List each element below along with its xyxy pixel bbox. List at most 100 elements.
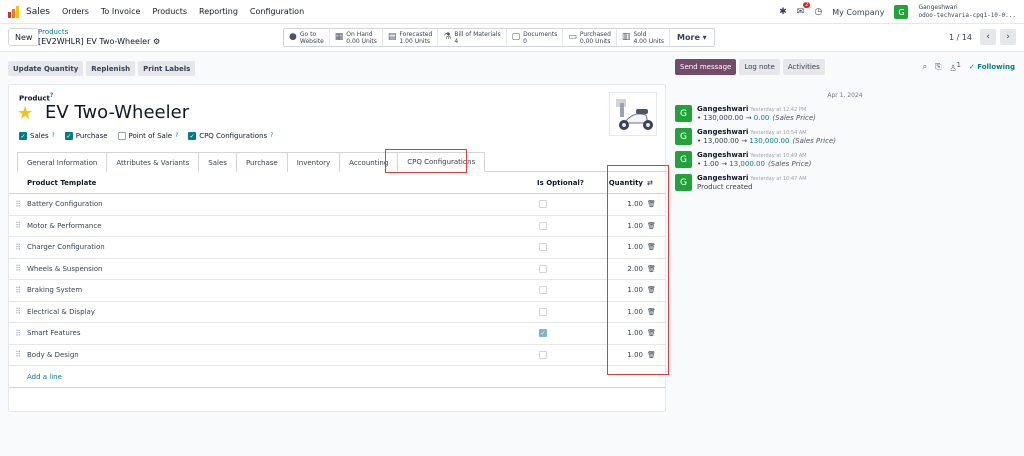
is-optional-checkbox[interactable] — [539, 286, 547, 295]
pager-previous-button[interactable]: ‹ — [980, 29, 996, 45]
smart-button-bill-of-materials[interactable]: ⚗ Bill of Materials 4 — [438, 29, 507, 46]
column-product-template[interactable]: Product Template — [27, 179, 537, 187]
column-is-optional[interactable]: Is Optional? — [537, 179, 607, 187]
user-avatar[interactable]: G — [894, 5, 909, 19]
add-a-line-link[interactable]: Add a line — [9, 366, 665, 388]
message-author[interactable]: Gangeshwari — [697, 128, 748, 136]
product-template-cell[interactable]: Body & Design — [27, 351, 537, 359]
favorite-star-icon[interactable]: ★ — [17, 103, 33, 124]
product-template-cell[interactable]: Electrical & Display — [27, 308, 537, 316]
product-template-cell[interactable]: Motor & Performance — [27, 222, 537, 230]
cpq-check-icon[interactable]: ✓ — [188, 132, 197, 140]
menu-products[interactable]: Products — [152, 7, 187, 16]
arrow-icon: → — [741, 137, 748, 145]
pager-value[interactable]: 1 / 14 — [949, 33, 972, 42]
point-of-sale-checkbox[interactable]: Point of Sale? — [117, 132, 178, 140]
product-template-cell[interactable]: Smart Features — [27, 329, 537, 337]
pager-next-button[interactable]: › — [1000, 29, 1016, 45]
product-template-cell[interactable]: Braking System — [27, 286, 537, 294]
user-menu[interactable]: Gangeshwari odoo-techvaria-cpq1-10-0... — [918, 4, 1016, 20]
author-avatar[interactable]: G — [675, 105, 692, 122]
purchase-checkbox[interactable]: ✓ Purchase — [64, 132, 108, 140]
company-switcher[interactable]: My Company — [832, 8, 884, 17]
is-optional-checkbox[interactable]: ✓ — [539, 329, 547, 338]
purchase-check-icon[interactable]: ✓ — [64, 132, 73, 140]
table-row[interactable]: ⠿ Smart Features ✓ 1.00 🗑 — [9, 323, 665, 345]
drag-handle-icon[interactable]: ⠿ — [9, 243, 27, 252]
new-button[interactable]: New — [8, 28, 40, 46]
paperclip-icon[interactable]: ⎘ — [935, 62, 941, 72]
messages-icon[interactable]: ✉ 2 — [797, 2, 811, 17]
table-row[interactable]: ⠿ Battery Configuration 1.00 🗑 — [9, 194, 665, 216]
smart-button-documents[interactable]: ▢ Documents 0 — [507, 29, 564, 46]
tab-sales[interactable]: Sales — [198, 152, 237, 172]
product-template-cell[interactable]: Battery Configuration — [27, 200, 537, 208]
bug-icon[interactable]: ✱ — [779, 7, 787, 17]
cubes-icon: ▦ — [334, 32, 344, 42]
is-optional-checkbox[interactable] — [539, 221, 547, 230]
is-optional-checkbox[interactable] — [539, 350, 547, 359]
table-row[interactable]: ⠿ Body & Design 1.00 🗑 — [9, 345, 665, 366]
gear-icon[interactable]: ⚙ — [153, 37, 160, 46]
menu-orders[interactable]: Orders — [62, 7, 89, 16]
message-author[interactable]: Gangeshwari — [697, 174, 748, 182]
new-value: 130,000.00 — [749, 137, 790, 145]
search-icon[interactable]: ⌕ — [923, 62, 927, 72]
product-image[interactable] — [609, 92, 657, 136]
author-avatar[interactable]: G — [675, 128, 692, 145]
smart-button-sold[interactable]: ▥ Sold 4.00 Units — [617, 29, 671, 46]
more-button[interactable]: More ▾ — [670, 29, 714, 46]
product-name-field[interactable]: EV Two-Wheeler — [45, 102, 189, 123]
table-row[interactable]: ⠿ Electrical & Display 1.00 🗑 — [9, 302, 665, 323]
replenish-button[interactable]: Replenish — [86, 61, 136, 76]
cpq-configurations-checkbox[interactable]: ✓ CPQ Configurations? — [188, 132, 273, 140]
sales-check-icon[interactable]: ✓ — [19, 132, 27, 140]
app-name[interactable]: Sales — [26, 7, 50, 17]
menu-to-invoice[interactable]: To Invoice — [101, 7, 141, 16]
product-template-cell[interactable]: Charger Configuration — [27, 243, 537, 251]
drag-handle-icon[interactable]: ⠿ — [9, 286, 27, 295]
smart-button-forecasted[interactable]: ▤ Forecasted 1.00 Units — [383, 29, 439, 46]
table-row[interactable]: ⠿ Wheels & Suspension 2.00 🗑 — [9, 259, 665, 280]
print-labels-button[interactable]: Print Labels — [138, 61, 196, 76]
is-optional-checkbox[interactable] — [539, 307, 547, 316]
drag-handle-icon[interactable]: ⠿ — [9, 200, 27, 209]
drag-handle-icon[interactable]: ⠿ — [9, 350, 27, 359]
message-author[interactable]: Gangeshwari — [697, 151, 748, 159]
is-optional-checkbox[interactable] — [539, 200, 547, 209]
product-template-cell[interactable]: Wheels & Suspension — [27, 265, 537, 273]
sales-app-icon[interactable] — [8, 5, 20, 18]
tab-inventory[interactable]: Inventory — [286, 152, 341, 172]
tab-general-information[interactable]: General Information — [17, 152, 108, 172]
tab-attributes-variants[interactable]: Attributes & Variants — [106, 152, 200, 172]
author-avatar[interactable]: G — [675, 151, 692, 168]
following-button[interactable]: ✓ Following — [969, 63, 1015, 71]
log-note-button[interactable]: Log note — [739, 59, 780, 75]
followers-button[interactable]: ♙1 — [949, 61, 960, 73]
table-row[interactable]: ⠿ Motor & Performance 1.00 🗑 — [9, 216, 665, 237]
drag-handle-icon[interactable]: ⠿ — [9, 307, 27, 316]
message-author[interactable]: Gangeshwari — [697, 105, 748, 113]
table-row[interactable]: ⠿ Braking System 1.00 🗑 — [9, 280, 665, 302]
signal-icon: ▥ — [621, 32, 631, 42]
update-quantity-button[interactable]: Update Quantity — [8, 61, 84, 76]
clock-icon[interactable]: ◷ — [814, 7, 822, 17]
menu-reporting[interactable]: Reporting — [199, 7, 238, 16]
tab-purchase[interactable]: Purchase — [235, 152, 288, 172]
breadcrumb-parent[interactable]: Products — [38, 28, 160, 37]
smart-button-on-hand[interactable]: ▦ On Hand 0.00 Units — [330, 29, 383, 46]
author-avatar[interactable]: G — [675, 174, 692, 191]
smart-button-purchased[interactable]: ▭ Purchased 0.00 Units — [563, 29, 617, 46]
point-of-sale-check-icon[interactable] — [117, 132, 126, 140]
drag-handle-icon[interactable]: ⠿ — [9, 329, 27, 338]
is-optional-checkbox[interactable] — [539, 264, 547, 273]
activities-button[interactable]: Activities — [782, 59, 825, 75]
smart-button-go-to[interactable]: ● Go to Website — [284, 29, 330, 46]
send-message-button[interactable]: Send message — [675, 59, 737, 75]
drag-handle-icon[interactable]: ⠿ — [9, 264, 27, 273]
is-optional-checkbox[interactable] — [539, 243, 547, 252]
table-row[interactable]: ⠿ Charger Configuration 1.00 🗑 — [9, 237, 665, 259]
drag-handle-icon[interactable]: ⠿ — [9, 221, 27, 230]
sales-checkbox[interactable]: ✓ Sales? — [19, 132, 55, 140]
menu-configuration[interactable]: Configuration — [250, 7, 304, 16]
